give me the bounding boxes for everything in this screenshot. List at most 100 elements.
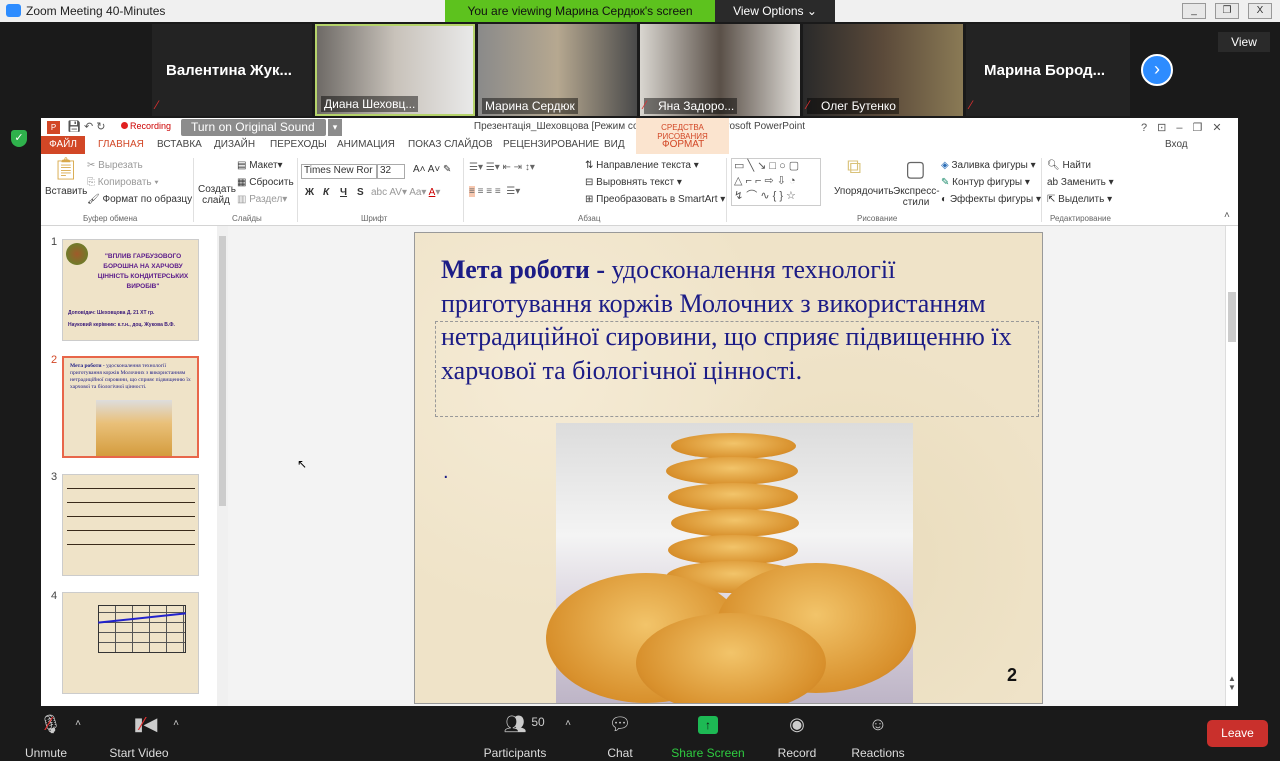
reactions-button[interactable]: Reactions — [851, 746, 904, 760]
tab-review[interactable]: РЕЦЕНЗИРОВАНИЕ — [503, 139, 599, 150]
text-selection-box[interactable] — [435, 321, 1039, 417]
tab-view[interactable]: ВИД — [604, 139, 625, 150]
unmute-button[interactable]: Unmute — [25, 746, 67, 760]
audio-options-caret[interactable]: ˄ — [75, 718, 81, 729]
slide-thumbnails-pane: 1 "ВПЛИВ ГАРБУЗОВОГО БОРОШНА НА ХАРЧОВУ … — [41, 226, 217, 706]
cookies-photo[interactable] — [546, 423, 916, 703]
italic-button[interactable]: К — [323, 187, 329, 198]
tab-animation[interactable]: АНИМАЦИЯ — [337, 139, 395, 150]
chart-image — [98, 605, 186, 653]
slide-number: 2 — [1007, 665, 1018, 685]
view-options-button[interactable]: View Options ⌄ — [715, 0, 835, 22]
leave-button[interactable]: Leave — [1207, 720, 1268, 747]
collapse-ribbon-button[interactable]: ˄ — [1224, 210, 1230, 221]
shape-effects-button[interactable]: ◐ Эффекты фигуры ▾ — [941, 194, 1041, 205]
participant-tile[interactable]: Марина Бород... ⁄ — [966, 24, 1130, 116]
paste-icon: 📋︎ — [52, 156, 80, 181]
powerpoint-window: Презентація_Шеховцова [Режим совместимос… — [41, 118, 1238, 706]
close-button[interactable]: X — [1248, 3, 1272, 19]
arrange-button[interactable]: Упорядочить — [834, 186, 894, 197]
participant-name: Марина Бород... — [984, 62, 1106, 79]
chat-button[interactable]: Chat — [607, 746, 632, 760]
original-sound-button[interactable]: Turn on Original Sound — [181, 119, 326, 136]
participants-caret[interactable]: ˄ — [565, 718, 571, 729]
smartart-button[interactable]: ⊞ Преобразовать в SmartArt ▾ — [585, 194, 725, 205]
mic-muted-icon: ⁄ — [807, 98, 810, 112]
sign-in-link[interactable]: Вход — [1165, 139, 1188, 150]
shape-outline-button[interactable]: ✎ Контур фигуры ▾ — [941, 177, 1030, 188]
ppt-window-controls[interactable]: ?⊡–❐✕ — [1141, 121, 1232, 134]
next-page-button[interactable]: › — [1141, 54, 1173, 86]
align-buttons[interactable]: ≡ ≡ ≡ ≡ ☰▾ — [469, 186, 520, 197]
select-button[interactable]: ⇱ Выделить ▾ — [1047, 194, 1112, 205]
tab-insert[interactable]: ВСТАВКА — [157, 139, 202, 150]
participant-name: Яна Задоро... — [644, 98, 738, 114]
cut-button[interactable]: ✂ Вырезать — [87, 160, 143, 171]
mic-muted-icon: ⁄ — [644, 98, 647, 112]
section-button[interactable]: ▥ Раздел▾ — [237, 194, 287, 205]
replace-button[interactable]: ab Заменить ▾ — [1047, 177, 1114, 188]
maximize-button[interactable]: ❐ — [1215, 3, 1239, 19]
participant-video[interactable]: Олег Бутенко ⁄ — [803, 24, 963, 116]
thumb-text: Доповідач: Шеховцова Д. 21 ХТ гр. — [68, 310, 155, 316]
recording-indicator: Recording — [121, 121, 171, 131]
participant-video[interactable]: Марина Сердюк — [478, 24, 637, 116]
slide-thumbnail-4[interactable] — [62, 592, 199, 694]
chat-icon[interactable]: 💬︎ — [609, 714, 632, 735]
shadow-button[interactable]: S — [357, 187, 364, 198]
mic-muted-icon[interactable]: 🎙︎⁄ — [39, 714, 62, 735]
tab-format[interactable]: ФОРМАТ — [662, 139, 704, 150]
font-grow-shrink[interactable]: A˄ A˅ ✎ — [413, 164, 451, 175]
paste-button[interactable]: Вставить — [45, 186, 87, 197]
thumbnails-scrollbar[interactable] — [217, 226, 228, 706]
group-font: Шрифт — [361, 214, 388, 223]
format-painter-button[interactable]: 🖌︎ Формат по образцу — [87, 194, 192, 205]
video-off-icon[interactable]: ▮◀⁄ — [134, 714, 158, 735]
minimize-button[interactable]: _ — [1182, 3, 1206, 19]
text-direction-button[interactable]: ⇅ Направление текста ▾ — [585, 160, 699, 171]
record-button[interactable]: Record — [778, 746, 817, 760]
tab-transitions[interactable]: ПЕРЕХОДЫ — [270, 139, 327, 150]
shape-fill-button[interactable]: ◈ Заливка фигуры ▾ — [941, 160, 1036, 171]
quick-styles-button[interactable]: Экспресс-стили — [893, 186, 940, 208]
participant-video[interactable]: Яна Задоро... ⁄ — [640, 24, 800, 116]
participants-icon[interactable]: 👥︎ — [504, 714, 527, 735]
share-screen-icon[interactable]: ↑ — [698, 716, 718, 734]
shapes-gallery[interactable]: ▭ ╲ ↘ □ ○ ▢ △ ⌐ ⌐ ⇨ ⇩ ◔ ↯ ⌒ ∿ { } ☆ — [731, 158, 821, 206]
tab-design[interactable]: ДИЗАЙН — [214, 139, 255, 150]
layout-button[interactable]: ▤ Макет▾ — [237, 160, 283, 171]
bold-button[interactable]: Ж — [305, 187, 314, 198]
share-screen-button[interactable]: Share Screen — [671, 746, 744, 760]
viewing-banner: You are viewing Марина Сердюк's screen — [445, 0, 715, 22]
start-video-button[interactable]: Start Video — [109, 746, 168, 760]
recording-dot-icon — [121, 122, 128, 129]
align-text-button[interactable]: ⊟ Выровнять текст ▾ — [585, 177, 682, 188]
tab-slideshow[interactable]: ПОКАЗ СЛАЙДОВ — [408, 139, 493, 150]
font-more-buttons[interactable]: abc AV▾ Aa▾ A▾ — [371, 187, 440, 198]
save-icon[interactable]: 💾︎ ↶ ↻ — [67, 120, 106, 133]
slide-thumbnail-2[interactable]: Мета роботи - удосконалення технології п… — [62, 356, 199, 458]
participant-name: Валентина Жук... — [166, 62, 292, 79]
list-buttons[interactable]: ☰▾ ☰▾ ⇤ ⇥ ↕▾ — [469, 162, 535, 173]
thumb-number: 4 — [51, 590, 58, 602]
font-name-select[interactable]: Times New Ror — [301, 164, 377, 179]
participant-video[interactable]: Диана Шеховц... — [315, 24, 475, 116]
quick-styles-icon: ▢ — [905, 156, 926, 181]
font-size-select[interactable]: 32 — [377, 164, 405, 179]
original-sound-dropdown[interactable]: ▾ — [328, 119, 342, 136]
underline-button[interactable]: Ч — [340, 187, 347, 198]
participant-tile[interactable]: Валентина Жук... ⁄ — [152, 24, 312, 116]
slide-scrollbar[interactable]: ▲ ▼ — [1225, 226, 1238, 706]
slide-thumbnail-3[interactable] — [62, 474, 199, 576]
view-button[interactable]: View — [1218, 32, 1270, 52]
find-button[interactable]: 🔍︎ Найти — [1047, 160, 1091, 171]
tab-home[interactable]: ГЛАВНАЯ — [98, 139, 144, 150]
participants-button[interactable]: Participants — [484, 746, 547, 760]
slide-thumbnail-1[interactable]: "ВПЛИВ ГАРБУЗОВОГО БОРОШНА НА ХАРЧОВУ ЦІ… — [62, 239, 199, 341]
reset-button[interactable]: ▦ Сбросить — [237, 177, 294, 188]
reactions-icon[interactable]: ☺ — [869, 714, 887, 735]
new-slide-button[interactable]: Создать слайд — [198, 184, 236, 206]
video-options-caret[interactable]: ˄ — [173, 718, 179, 729]
record-icon[interactable]: ◉ — [789, 714, 805, 735]
copy-button[interactable]: ⎘ Копировать ▾ — [87, 177, 159, 188]
